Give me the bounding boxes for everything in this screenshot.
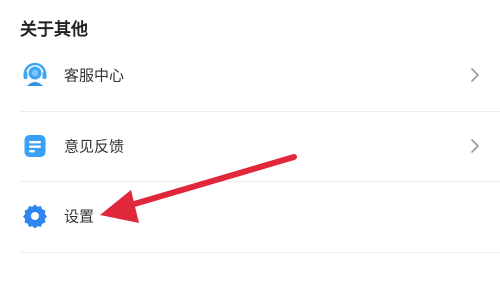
chevron-right-icon [471,139,479,153]
menu-item-label: 客服中心 [64,66,125,85]
chevron-right-icon [471,68,479,82]
feedback-icon [21,132,49,160]
menu-item-customer-service[interactable]: 客服中心 [0,40,500,110]
menu-item-label: 意见反馈 [64,137,125,156]
gear-icon [21,202,49,230]
menu-item-label: 设置 [64,207,95,226]
headset-icon [21,61,49,89]
section-title: 关于其他 [20,20,88,40]
menu-item-feedback[interactable]: 意见反馈 [0,111,500,181]
divider [20,252,500,253]
menu-item-settings[interactable]: 设置 [0,181,500,251]
